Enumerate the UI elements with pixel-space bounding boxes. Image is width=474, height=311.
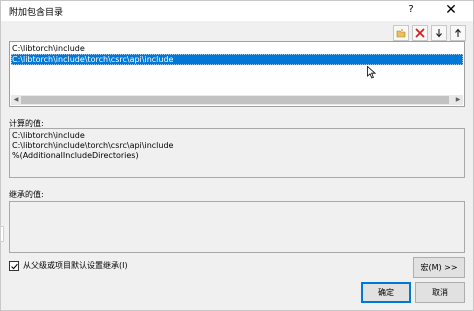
macros-button[interactable]: 宏(M) >>	[413, 257, 465, 278]
inherit-checkbox[interactable]	[9, 260, 19, 271]
horizontal-scrollbar[interactable]: ◀ ▶	[11, 95, 463, 105]
inherited-value-label: 继承的值:	[9, 190, 44, 199]
new-line-button[interactable]	[393, 25, 409, 41]
checkmark-icon	[11, 263, 18, 269]
cancel-button[interactable]: 取消	[415, 282, 465, 303]
additional-include-directories-dialog: 附加包含目录 ? ✕ C:\libtorch\include C:\libtor…	[0, 0, 474, 311]
move-up-icon	[455, 28, 461, 37]
scroll-left-icon[interactable]: ◀	[11, 95, 21, 105]
delete-icon	[415, 28, 425, 38]
dialog-title: 附加包含目录	[9, 8, 64, 18]
move-down-icon	[436, 29, 442, 38]
scroll-right-icon[interactable]: ▶	[453, 95, 463, 105]
title-bar[interactable]: 附加包含目录 ? ✕	[1, 1, 473, 21]
move-up-button[interactable]	[450, 25, 466, 41]
new-folder-icon	[396, 29, 406, 38]
help-button[interactable]: ?	[404, 3, 418, 17]
list-item[interactable]: C:\libtorch\include	[11, 43, 463, 54]
evaluated-line: C:\libtorch\include\torch\csrc\api\inclu…	[12, 141, 174, 150]
close-button[interactable]: ✕	[431, 1, 471, 21]
inherit-checkbox-label: 从父级或项目默认设置继承(I)	[23, 261, 128, 270]
move-down-button[interactable]	[431, 25, 447, 41]
delete-line-button[interactable]	[412, 25, 428, 41]
background-window-edge	[0, 226, 4, 242]
directory-list[interactable]: C:\libtorch\include C:\libtorch\include\…	[9, 41, 465, 107]
evaluated-line: %(AdditionalIncludeDirectories)	[12, 151, 139, 160]
evaluated-value-box: C:\libtorch\include C:\libtorch\include\…	[9, 128, 465, 178]
list-toolbar	[393, 25, 466, 41]
evaluated-line: C:\libtorch\include	[12, 131, 85, 140]
scrollbar-thumb[interactable]	[21, 96, 449, 104]
ok-button[interactable]: 确定	[361, 282, 411, 303]
mouse-pointer-icon	[367, 66, 376, 79]
inherit-option[interactable]: 从父级或项目默认设置继承(I)	[9, 260, 128, 271]
list-item-selected[interactable]: C:\libtorch\include\torch\csrc\api\inclu…	[11, 54, 463, 65]
inherited-value-box	[9, 201, 465, 253]
